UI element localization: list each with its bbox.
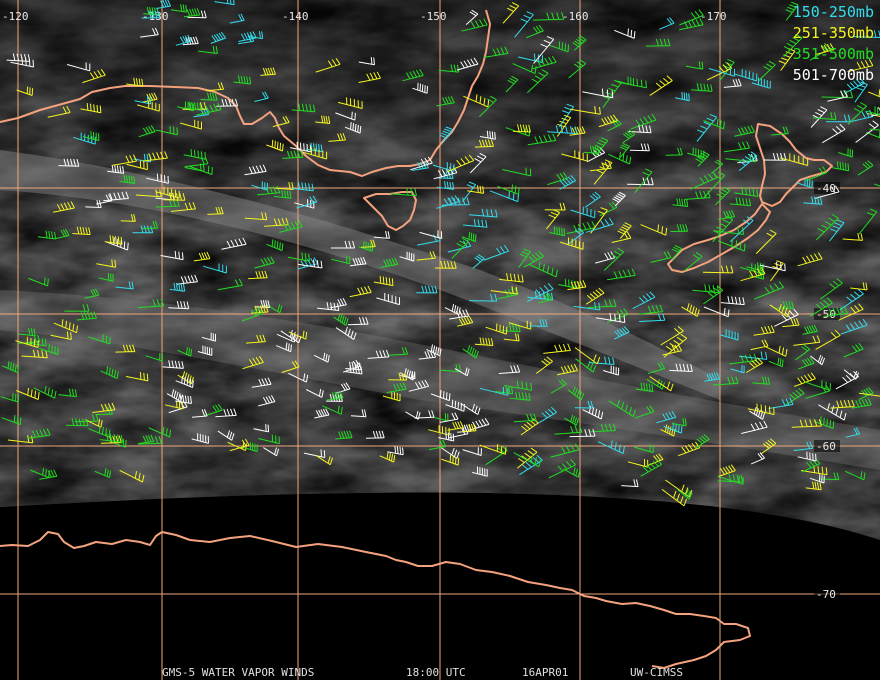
footer-time: 18:00 UTC <box>406 666 466 679</box>
longitude-label: -120 <box>2 10 29 23</box>
longitude-label: -150 <box>420 10 447 23</box>
legend-item: 351-500mb <box>792 45 874 63</box>
latitude-label: -50 <box>816 308 836 321</box>
footer-satellite: GMS-5 WATER VAPOR WINDS <box>162 666 315 679</box>
legend-item: 501-700mb <box>792 66 874 84</box>
longitude-label: -140 <box>282 10 309 23</box>
latitude-label: -70 <box>816 588 836 601</box>
longitude-label: -160 <box>562 10 589 23</box>
footer-date: 16APR01 <box>522 666 569 679</box>
water-vapor-wind-map: -120 -130 -140 -150 -160 -170-40-50-60-70 <box>0 0 880 680</box>
legend-item: 150-250mb <box>792 3 874 21</box>
image-footer: GMS-5 WATER VAPOR WINDS 18:00 UTC 16APR0… <box>0 666 880 680</box>
legend-item: 251-350mb <box>792 24 874 42</box>
latitude-label: -60 <box>816 440 836 453</box>
longitude-label: -170 <box>700 10 727 23</box>
footer-credit: UW-CIMSS <box>630 666 683 679</box>
